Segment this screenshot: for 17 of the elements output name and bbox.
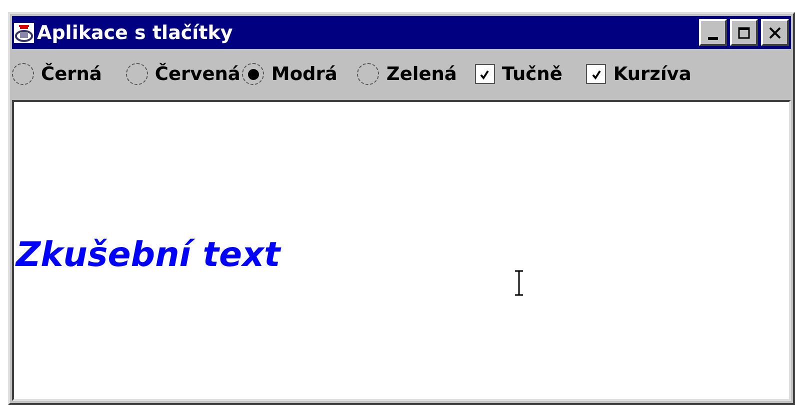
- text-cursor-icon: [514, 270, 524, 296]
- maximize-button[interactable]: [730, 19, 758, 46]
- radio-option[interactable]: Červená: [126, 63, 240, 85]
- window-title: Aplikace s tlačítky: [37, 22, 234, 44]
- sample-text: Zkušební text: [16, 234, 280, 274]
- maximize-icon: [738, 26, 750, 38]
- minimize-button[interactable]: [699, 19, 727, 46]
- minimize-icon: [708, 37, 718, 40]
- checkbox-option[interactable]: Kurzíva: [586, 64, 692, 84]
- close-button[interactable]: [761, 19, 789, 46]
- close-icon: [769, 26, 781, 38]
- app-icon: [14, 22, 34, 42]
- radio-option[interactable]: Modrá: [242, 63, 338, 85]
- radio-option[interactable]: Zelená: [357, 63, 457, 85]
- text-area[interactable]: Zkušební text: [12, 100, 791, 401]
- checkbox-option[interactable]: Tučně: [474, 64, 562, 84]
- radio-option[interactable]: Černá: [12, 63, 102, 85]
